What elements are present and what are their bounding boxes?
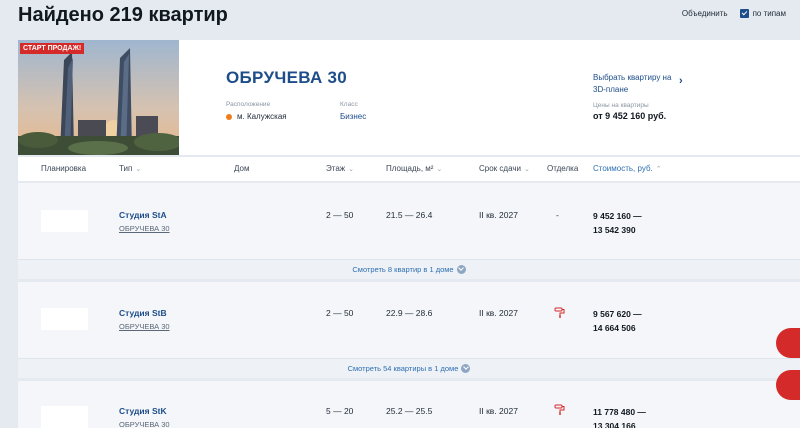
show-more-label: Смотреть 8 квартир в 1 доме <box>352 265 454 274</box>
chevron-down-icon: ⌄ <box>436 166 443 173</box>
class-value: Бизнес <box>340 112 367 121</box>
choose-3d-plan-link[interactable]: Выбрать квартиру на 3D-плане <box>593 72 683 96</box>
show-more-link[interactable]: Смотреть 8 квартир в 1 доме <box>18 259 800 279</box>
project-name[interactable]: ОБРУЧЕВА 30 <box>226 68 347 88</box>
chevron-up-icon: ⌃ <box>655 166 662 173</box>
price-from: 9 452 160 — <box>593 211 642 221</box>
results-header: Найдено 219 квартир Объединить по типам <box>0 0 800 36</box>
deadline: II кв. 2027 <box>479 308 518 318</box>
class-label: Класс <box>340 101 358 108</box>
chevron-right-icon[interactable]: › <box>679 75 683 87</box>
project-image[interactable]: СТАРТ ПРОДАЖ! <box>18 40 179 155</box>
by-type-label[interactable]: по типам <box>753 9 786 18</box>
column-finish: Отделка <box>547 164 579 173</box>
column-floor-label: Этаж <box>326 164 346 173</box>
floor-range: 2 — 50 <box>326 308 354 318</box>
metro-location: м. Калужская <box>226 112 287 121</box>
table-row[interactable]: Студия StK ОБРУЧЕВА 30 5 — 20 25.2 — 25.… <box>18 381 800 428</box>
column-deadline-label: Срок сдачи <box>479 164 521 173</box>
chevron-down-icon <box>461 363 471 373</box>
price-range: 11 778 480 — 13 304 166 <box>593 405 646 428</box>
column-plan: Планировка <box>41 164 87 173</box>
price-to: 13 304 166 <box>593 421 636 428</box>
table-row[interactable]: Студия StA ОБРУЧЕВА 30 2 — 50 21.5 — 26.… <box>18 183 800 259</box>
chevron-down-icon: ⌄ <box>523 166 530 173</box>
price-range: 9 452 160 — 13 542 390 <box>593 209 642 237</box>
chevron-down-icon: ⌄ <box>348 166 354 173</box>
floor-range: 5 — 20 <box>326 406 354 416</box>
column-type-label: Тип <box>119 164 133 173</box>
column-floor[interactable]: Этаж ⌄ <box>326 164 354 173</box>
house-link[interactable]: ОБРУЧЕВА 30 <box>119 322 170 331</box>
table-row[interactable]: Студия StB ОБРУЧЕВА 30 2 — 50 22.9 — 28.… <box>18 282 800 358</box>
column-area[interactable]: Площадь, м² ⌄ <box>386 164 442 173</box>
chevron-down-icon: ⌄ <box>135 166 142 173</box>
metro-icon <box>226 113 232 120</box>
apartment-type[interactable]: Студия StB <box>119 308 167 318</box>
page-title: Найдено 219 квартир <box>18 4 228 26</box>
price-to: 14 664 506 <box>593 323 636 333</box>
price-label: Цены на квартиры <box>593 102 649 109</box>
column-price[interactable]: Стоимость, руб. ⌃ <box>593 164 662 173</box>
metro-name: м. Калужская <box>237 112 287 121</box>
chevron-down-icon <box>456 264 466 274</box>
area-range: 21.5 — 26.4 <box>386 210 433 220</box>
paint-roller-icon <box>554 404 565 415</box>
column-price-label: Стоимость, руб. <box>593 164 653 173</box>
apartment-type[interactable]: Студия StK <box>119 406 167 416</box>
deadline: II кв. 2027 <box>479 406 518 416</box>
house-link[interactable]: ОБРУЧЕВА 30 <box>119 224 170 233</box>
apartment-type[interactable]: Студия StA <box>119 210 167 220</box>
floor-range: 2 — 50 <box>326 210 354 220</box>
start-sales-badge: СТАРТ ПРОДАЖ! <box>20 43 85 54</box>
floor-plan-thumbnail[interactable] <box>41 406 88 428</box>
price-from: 11 778 480 — <box>593 407 646 417</box>
table-header: Планировка Тип ⌄ Дом Этаж ⌄ Площадь, м² ⌄ С… <box>18 157 800 181</box>
show-more-link[interactable]: Смотреть 54 квартиры в 1 доме <box>18 358 800 378</box>
column-area-label: Площадь, м² <box>386 164 434 173</box>
floor-plan-thumbnail[interactable] <box>41 308 88 330</box>
finish-value: - <box>556 210 559 220</box>
floor-plan-thumbnail[interactable] <box>41 210 88 232</box>
floating-action-button[interactable] <box>776 370 800 400</box>
area-range: 22.9 — 28.6 <box>386 308 433 318</box>
column-type[interactable]: Тип ⌄ <box>119 164 141 173</box>
area-range: 25.2 — 25.5 <box>386 406 433 416</box>
house-link[interactable]: ОБРУЧЕВА 30 <box>119 420 170 428</box>
project-card: СТАРТ ПРОДАЖ! ОБРУЧЕВА 30 Расположение м… <box>18 40 800 155</box>
price-from: 9 567 620 — <box>593 309 642 319</box>
column-house: Дом <box>234 164 250 173</box>
show-more-label: Смотреть 54 квартиры в 1 доме <box>347 364 459 373</box>
floating-action-button[interactable] <box>776 328 800 358</box>
group-toggle: Объединить по типам <box>682 9 786 18</box>
deadline: II кв. 2027 <box>479 210 518 220</box>
column-deadline[interactable]: Срок сдачи ⌄ <box>479 164 530 173</box>
paint-roller-icon <box>554 307 565 318</box>
price-range: 9 567 620 — 14 664 506 <box>593 307 642 335</box>
location-label: Расположение <box>226 101 271 108</box>
price-to: 13 542 390 <box>593 225 636 235</box>
group-by-type-checkbox[interactable] <box>739 9 749 18</box>
group-label[interactable]: Объединить <box>682 9 728 18</box>
price-from: от 9 452 160 руб. <box>593 111 667 121</box>
